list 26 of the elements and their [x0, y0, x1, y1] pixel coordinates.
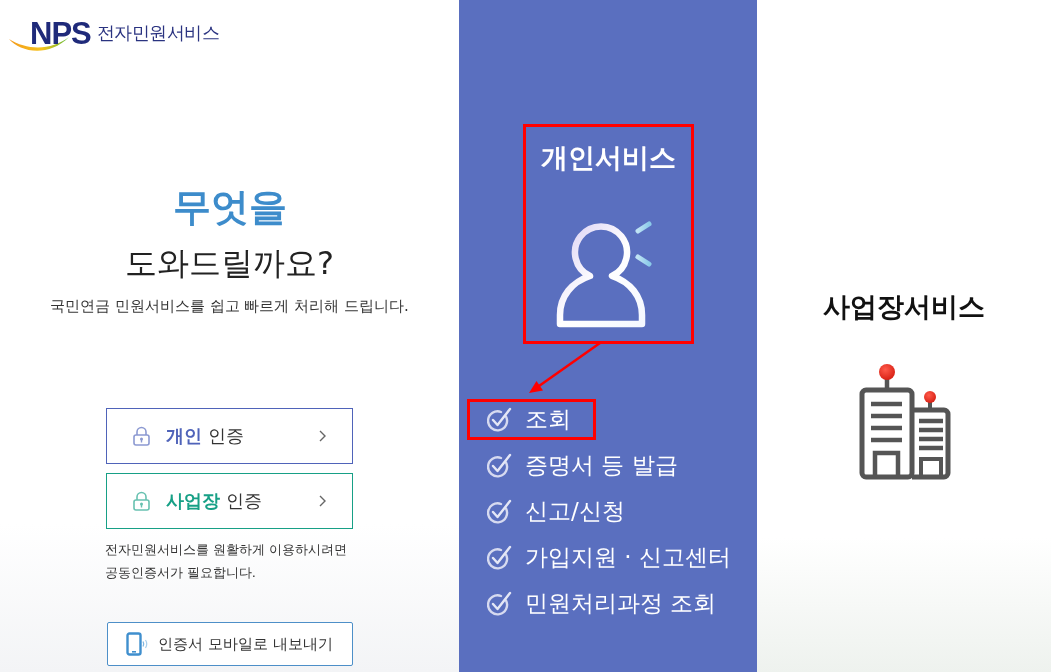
login-button[interactable]: 사업장 인증: [106, 473, 353, 529]
logo-subtitle: 전자민원서비스: [96, 24, 220, 42]
check-circle-icon: [487, 545, 512, 570]
menu-link[interactable]: 증명서 등 발급: [467, 445, 703, 486]
menu-link[interactable]: 민원처리과정 조회: [467, 583, 742, 624]
check-circle-icon: [487, 591, 512, 616]
intro-description: 국민연금 민원서비스를 쉽고 빠르게 처리해 드립니다.: [50, 296, 409, 316]
chevron-right-icon: [319, 430, 326, 442]
check-circle-icon: [487, 499, 512, 524]
lock-icon: [133, 491, 150, 511]
intro-heading: 무엇을: [172, 184, 287, 230]
menu-link[interactable]: 가입지원 · 신고센터: [467, 537, 756, 578]
menu-link[interactable]: 신고/신청: [467, 491, 650, 532]
check-circle-icon: [487, 407, 512, 432]
service-title: 사업장서비스: [823, 290, 985, 324]
intro-subheading: 도와드릴까요?: [125, 244, 334, 282]
phone-icon: [126, 632, 149, 656]
service-title: 개인서비스: [540, 141, 676, 175]
lock-icon: [133, 426, 150, 446]
menu-link[interactable]: 조회: [467, 399, 596, 440]
logo-text: NPS: [30, 17, 91, 49]
certificate-notice: 전자민원서비스를 원활하게 이용하시려면 공동인증서가 필요합니다.: [104, 541, 348, 582]
mobile-export-button[interactable]: 인증서 모바일로 내보내기: [106, 622, 353, 666]
chevron-right-icon: [319, 495, 326, 507]
login-button[interactable]: 개인 인증: [106, 408, 353, 464]
check-circle-icon: [487, 453, 512, 478]
